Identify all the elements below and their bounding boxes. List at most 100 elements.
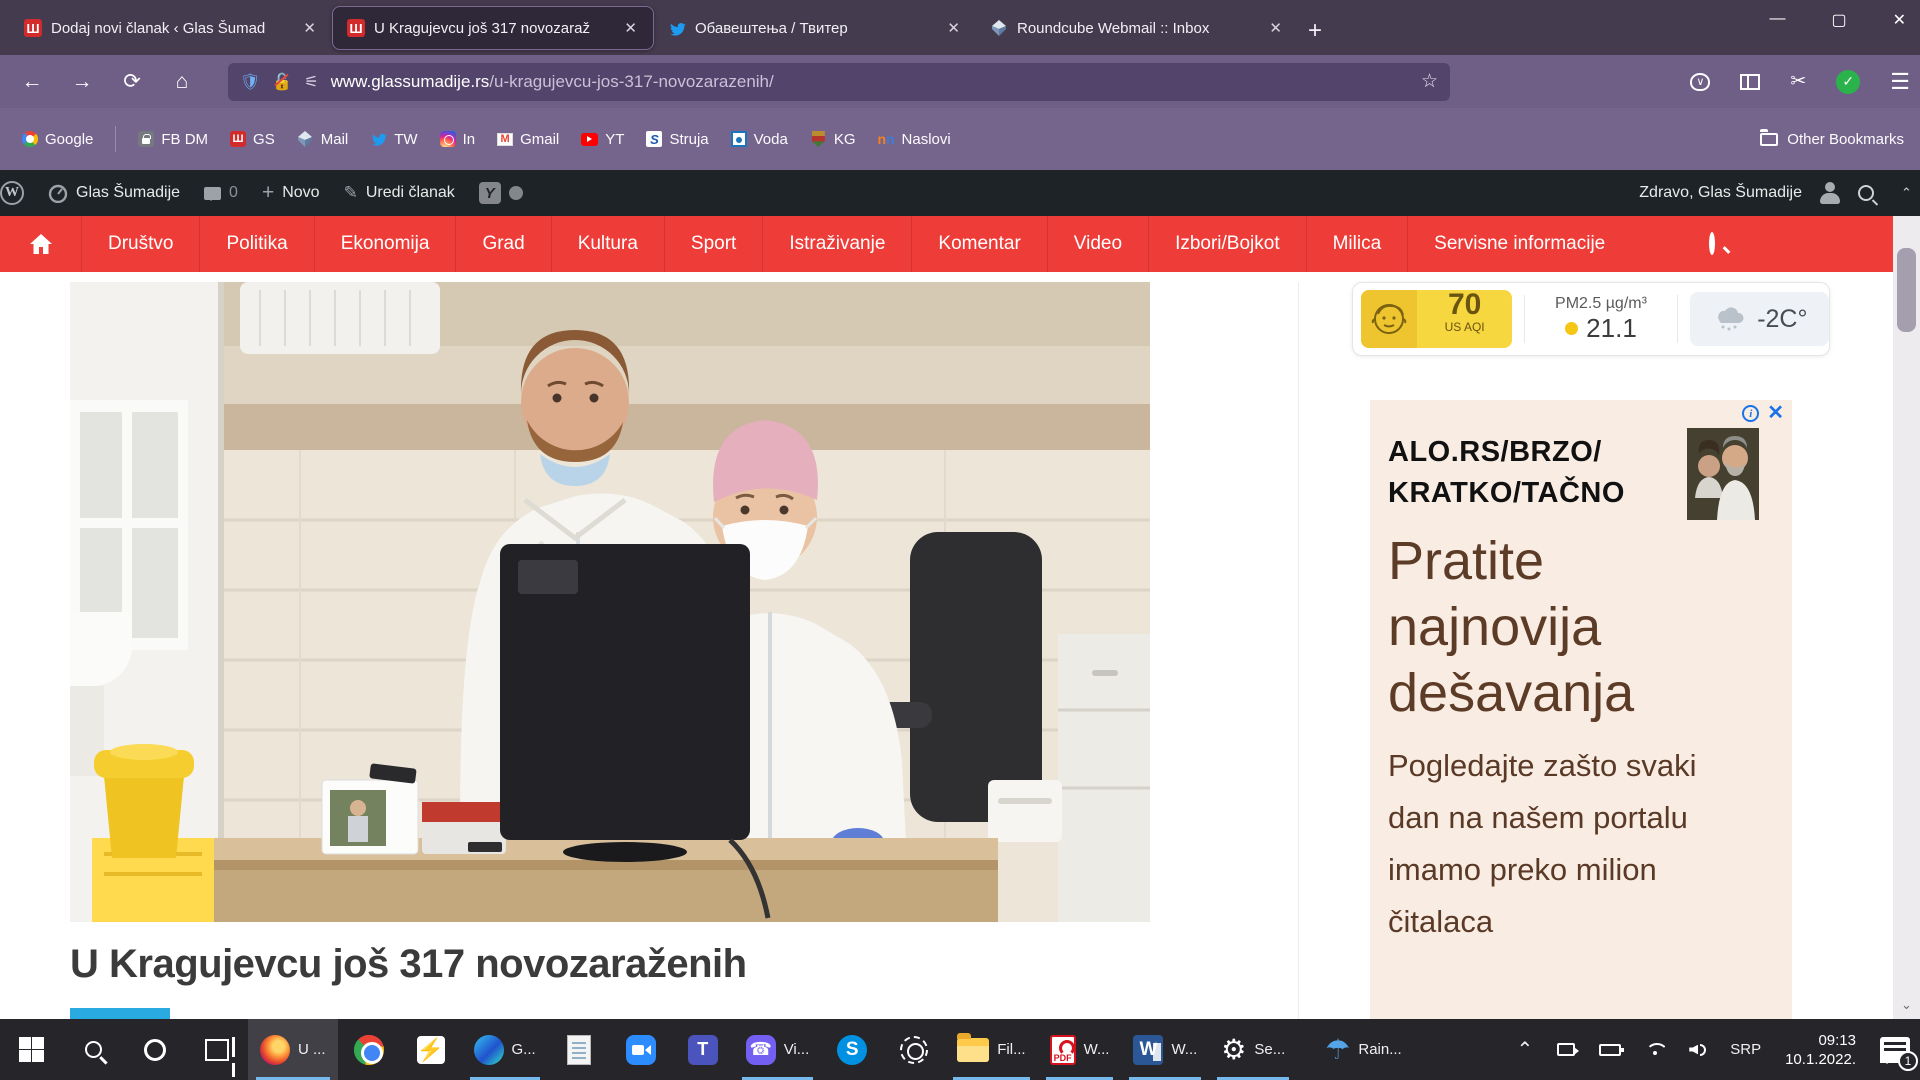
- wordpress-logo-icon[interactable]: W: [0, 181, 24, 205]
- ad-brand-text[interactable]: ALO.RS/BRZO/ KRATKO/TAČNO: [1388, 432, 1625, 514]
- tab-close-icon[interactable]: ✕: [620, 19, 641, 37]
- air-quality-widget[interactable]: 70 US AQI PM2.5 µg/m³ 21.1 -2C°: [1352, 282, 1830, 356]
- menu-home-button[interactable]: [0, 216, 82, 272]
- tracking-shield-icon[interactable]: 🛡: [240, 72, 260, 92]
- tab-roundcube[interactable]: Roundcube Webmail :: Inbox ✕: [976, 6, 1298, 50]
- notification-center-button[interactable]: 1: [1880, 1037, 1910, 1063]
- camera-tray-icon[interactable]: [1557, 1043, 1575, 1056]
- wp-site-name[interactable]: Glas Šumadije: [48, 183, 180, 203]
- back-button[interactable]: ←: [14, 70, 50, 94]
- bookmark-instagram[interactable]: In: [440, 131, 476, 148]
- ad-close-icon[interactable]: ✕: [1767, 405, 1784, 422]
- taskbar-chrome[interactable]: [338, 1019, 400, 1080]
- battery-icon[interactable]: [1599, 1044, 1621, 1056]
- tray-chevron-icon[interactable]: ⌃: [1516, 1037, 1533, 1062]
- menu-item-grad[interactable]: Grad: [456, 216, 551, 272]
- sidebar-icon[interactable]: [1740, 74, 1760, 90]
- menu-search-button[interactable]: [1709, 235, 1715, 253]
- bookmark-struja[interactable]: S Struja: [646, 131, 708, 148]
- extension-check-icon[interactable]: ✓: [1836, 70, 1860, 94]
- taskbar-rainmeter[interactable]: ☂ Rain...: [1313, 1019, 1413, 1080]
- new-tab-button[interactable]: +: [1308, 17, 1322, 45]
- menu-item-istrazivanje[interactable]: Istraživanje: [763, 216, 912, 272]
- tab-twitter[interactable]: Обавештења / Твитер ✕: [654, 6, 976, 50]
- insecure-lock-icon[interactable]: 🔓: [272, 72, 292, 92]
- taskbar-viber[interactable]: ☎ Vi...: [734, 1019, 822, 1080]
- taskbar-settings[interactable]: ⚙ Se...: [1209, 1019, 1297, 1080]
- taskbar-firefox[interactable]: U ...: [248, 1019, 338, 1080]
- tab-close-icon[interactable]: ✕: [943, 19, 964, 37]
- taskbar-signal[interactable]: [883, 1019, 945, 1080]
- taskbar-acrobat[interactable]: PDF W...: [1038, 1019, 1122, 1080]
- menu-item-komentar[interactable]: Komentar: [912, 216, 1047, 272]
- bookmark-naslovi[interactable]: nn Naslovi: [878, 131, 951, 148]
- scrollbar-down-arrow[interactable]: ⌄: [1893, 997, 1920, 1013]
- pocket-icon[interactable]: ∨: [1690, 73, 1710, 91]
- close-button[interactable]: ✕: [1893, 10, 1906, 30]
- reload-button[interactable]: ⟳: [114, 69, 150, 94]
- taskbar-explorer[interactable]: Fil...: [945, 1019, 1037, 1080]
- page-scrollbar[interactable]: ⌃ ⌄: [1893, 170, 1920, 1019]
- bookmark-google[interactable]: Google: [22, 131, 93, 148]
- tab-close-icon[interactable]: ✕: [1265, 19, 1286, 37]
- menu-item-ekonomija[interactable]: Ekonomija: [315, 216, 457, 272]
- bookmark-fb-dm[interactable]: FB DM: [138, 131, 208, 148]
- minimize-button[interactable]: —: [1769, 10, 1785, 30]
- ad-info-icon[interactable]: i: [1742, 405, 1759, 422]
- taskbar-winamp[interactable]: ⚡: [400, 1019, 462, 1080]
- taskbar-clock[interactable]: 09:13 10.1.2022.: [1785, 1031, 1856, 1069]
- taskbar-word[interactable]: W W...: [1121, 1019, 1209, 1080]
- wp-greeting[interactable]: Zdravo, Glas Šumadije: [1639, 184, 1802, 202]
- bookmark-gmail[interactable]: M Gmail: [497, 131, 559, 148]
- tab-article-active[interactable]: Ш U Kragujevcu još 317 novozaraž ✕: [332, 6, 654, 50]
- home-button[interactable]: ⌂: [164, 70, 200, 94]
- ad-photo[interactable]: [1687, 428, 1759, 520]
- bookmark-mail[interactable]: Mail: [297, 131, 349, 148]
- menu-item-servisne-informacije[interactable]: Servisne informacije: [1408, 216, 1631, 272]
- menu-item-milica[interactable]: Milica: [1307, 216, 1409, 272]
- wp-comments[interactable]: 0: [204, 184, 238, 202]
- menu-item-video[interactable]: Video: [1048, 216, 1149, 272]
- language-indicator[interactable]: SRP: [1730, 1041, 1761, 1058]
- wp-new-button[interactable]: + Novo: [262, 181, 320, 205]
- maximize-button[interactable]: ▢: [1831, 10, 1846, 30]
- avatar[interactable]: [1818, 181, 1842, 205]
- taskbar-skype[interactable]: S: [821, 1019, 883, 1080]
- ad-headline[interactable]: Pratite najnovija dešavanja: [1388, 528, 1688, 726]
- taskbar-zoom[interactable]: [610, 1019, 672, 1080]
- search-icon[interactable]: [1858, 185, 1874, 201]
- sidebar-ad[interactable]: i ✕ ALO.RS/BRZO/ KRATKO/TAČNO Pratite na…: [1370, 400, 1792, 1019]
- taskbar-teams[interactable]: T: [672, 1019, 734, 1080]
- bookmark-voda[interactable]: Voda: [731, 131, 788, 148]
- ad-body[interactable]: Pogledajte zašto svaki dan na našem port…: [1388, 740, 1698, 948]
- other-bookmarks-button[interactable]: Other Bookmarks: [1760, 108, 1904, 170]
- menu-hamburger-icon[interactable]: ☰: [1890, 69, 1910, 95]
- menu-item-sport[interactable]: Sport: [665, 216, 763, 272]
- menu-item-drustvo[interactable]: Društvo: [82, 216, 200, 272]
- url-bar[interactable]: 🛡 🔓 ⚟ www.glassumadije.rs/u-kragujevcu-j…: [228, 63, 1450, 101]
- bookmark-gs[interactable]: Ш GS: [230, 131, 275, 148]
- bookmark-twitter[interactable]: TW: [370, 131, 417, 148]
- tab-close-icon[interactable]: ✕: [299, 19, 320, 37]
- menu-item-kultura[interactable]: Kultura: [552, 216, 665, 272]
- taskbar-edge[interactable]: G...: [462, 1019, 548, 1080]
- taskbar-notepad[interactable]: [548, 1019, 610, 1080]
- menu-item-politika[interactable]: Politika: [200, 216, 314, 272]
- wp-yoast[interactable]: Y: [479, 182, 523, 204]
- scrollbar-thumb[interactable]: [1897, 248, 1916, 332]
- forward-button[interactable]: →: [64, 70, 100, 94]
- bookmark-star-icon[interactable]: ☆: [1421, 70, 1438, 93]
- cortana-button[interactable]: [124, 1019, 186, 1080]
- bookmark-youtube[interactable]: YT: [581, 131, 624, 148]
- wifi-icon[interactable]: [1645, 1043, 1665, 1057]
- volume-icon[interactable]: [1689, 1044, 1706, 1056]
- url-text[interactable]: www.glassumadije.rs/u-kragujevcu-jos-317…: [331, 72, 1409, 92]
- permissions-icon[interactable]: ⚟: [304, 72, 318, 92]
- menu-item-izbori-bojkot[interactable]: Izbori/Bojkot: [1149, 216, 1307, 272]
- task-view-button[interactable]: [186, 1019, 248, 1080]
- wp-edit-post[interactable]: ✎ Uredi članak: [344, 183, 455, 203]
- screenshot-icon[interactable]: ✂: [1790, 70, 1806, 93]
- taskbar-search-button[interactable]: [62, 1019, 124, 1080]
- bookmark-kg[interactable]: KG: [810, 131, 856, 148]
- start-button[interactable]: [0, 1019, 62, 1080]
